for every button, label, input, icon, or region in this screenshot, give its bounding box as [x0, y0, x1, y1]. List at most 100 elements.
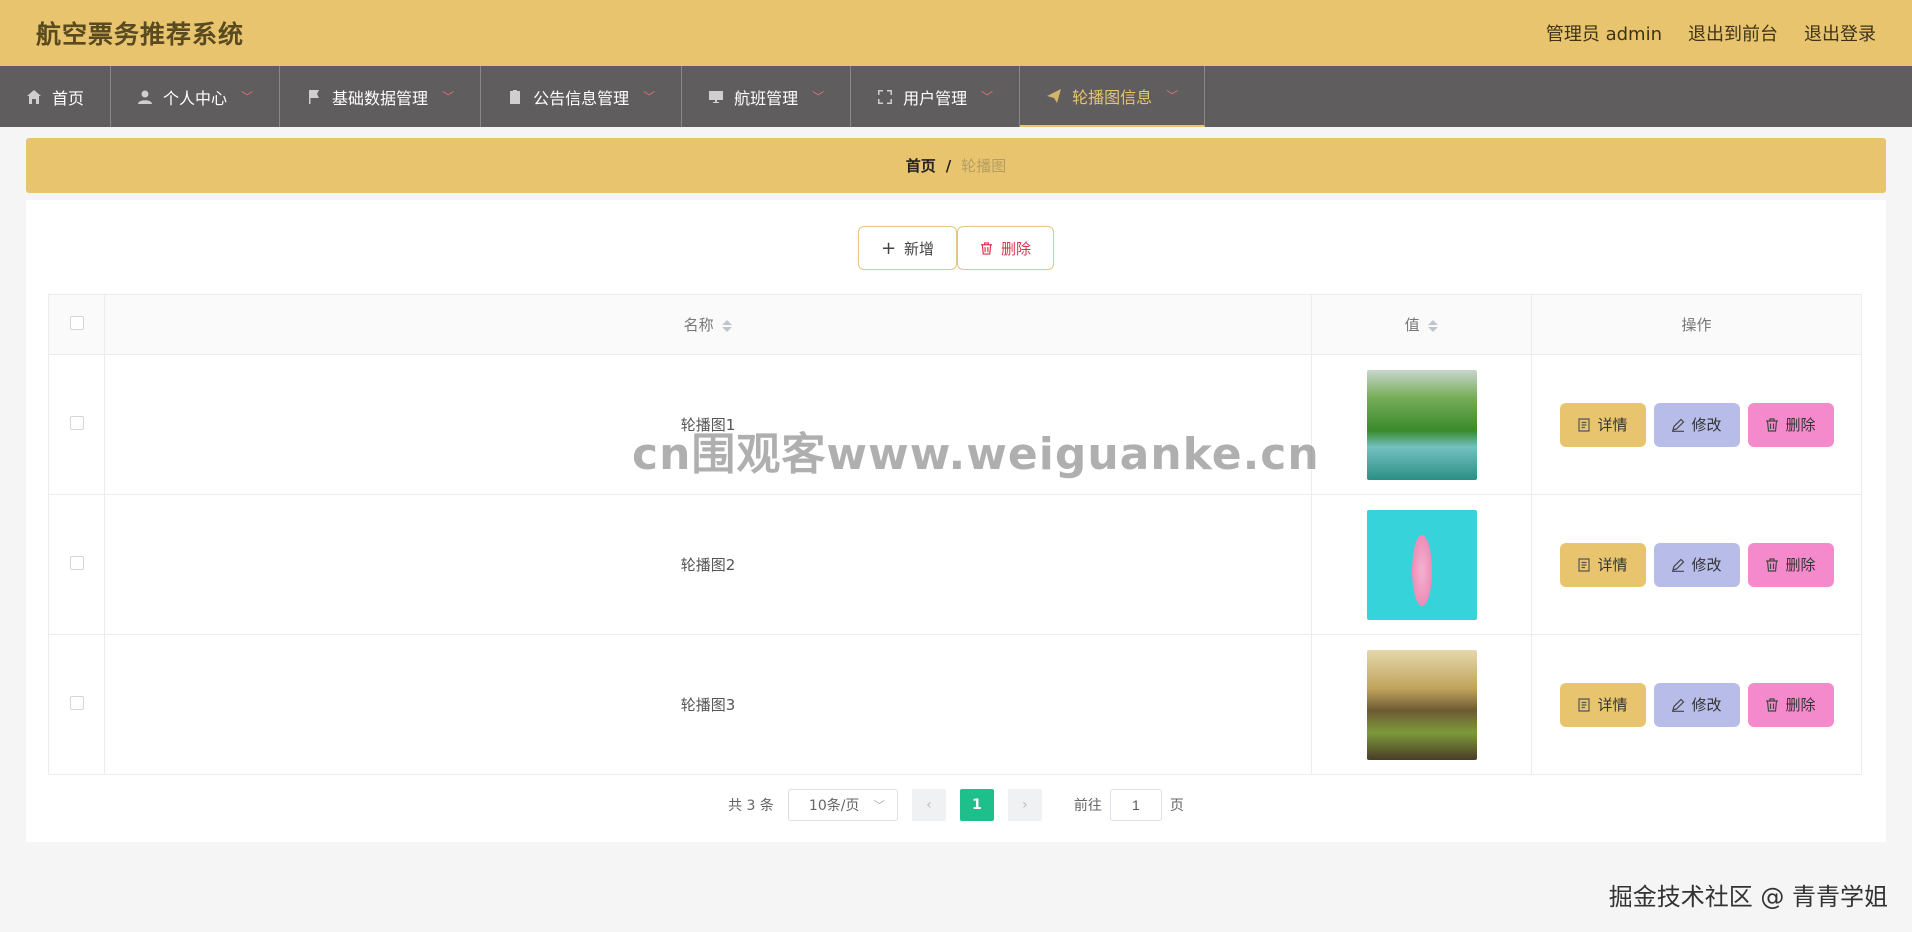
- nav-item-flights[interactable]: 航班管理 ﹀: [682, 66, 852, 127]
- sort-icon[interactable]: [722, 319, 733, 332]
- nav-label: 公告信息管理: [533, 88, 630, 108]
- delete-label: 删除: [1785, 556, 1816, 574]
- trash-icon: [1766, 417, 1779, 432]
- carousel-thumbnail[interactable]: [1366, 369, 1477, 480]
- chevron-down-icon: ﹀: [643, 90, 656, 104]
- actions-column-header: 操作: [1531, 294, 1862, 355]
- carousel-thumbnail[interactable]: [1366, 509, 1477, 620]
- chevron-left-icon: ‹: [926, 797, 932, 813]
- trash-icon: [1766, 697, 1779, 712]
- page-size-select[interactable]: 10条/页 ﹀: [787, 789, 898, 821]
- home-icon: [27, 89, 41, 104]
- goto-label: 前往: [1073, 798, 1102, 814]
- nav-item-home[interactable]: 首页: [0, 66, 112, 127]
- row-checkbox[interactable]: [69, 695, 84, 710]
- delete-label: 删除: [1785, 696, 1816, 714]
- logout-link[interactable]: 退出登录: [1804, 20, 1876, 46]
- row-name: 轮播图1: [104, 354, 1312, 495]
- content-panel: + 新增 删除 名称 值 操作 轮播图1 详情 修改 删除 轮播图2 详情 修改…: [26, 200, 1886, 842]
- next-page-button[interactable]: ›: [1007, 789, 1042, 821]
- flag-icon: [309, 89, 320, 104]
- row-actions: 详情 修改 删除: [1531, 634, 1862, 775]
- detail-button[interactable]: 详情: [1559, 402, 1646, 447]
- row-select-cell: [48, 354, 105, 495]
- chevron-down-icon: ﹀: [981, 90, 994, 104]
- row-actions: 详情 修改 删除: [1531, 354, 1862, 495]
- page-number-current[interactable]: 1: [959, 789, 994, 821]
- detail-button[interactable]: 详情: [1559, 682, 1646, 727]
- document-icon: [1578, 557, 1591, 572]
- nav-item-personal-center[interactable]: 个人中心 ﹀: [111, 66, 281, 127]
- nav-label: 用户管理: [903, 88, 968, 108]
- main-nav: 首页 个人中心 ﹀ 基础数据管理 ﹀ 公告信息管理 ﹀ 航班管理 ﹀ 用户管理 …: [0, 66, 1912, 127]
- clipboard-icon: [510, 89, 521, 104]
- row-checkbox[interactable]: [69, 555, 84, 570]
- name-header-label: 名称: [683, 316, 714, 334]
- delete-button[interactable]: 删除: [1747, 682, 1834, 727]
- table-row: 轮播图1 详情 修改 删除: [48, 354, 1862, 495]
- trash-icon: [1766, 557, 1779, 572]
- sort-icon[interactable]: [1428, 319, 1439, 332]
- breadcrumb: 首页 / 轮播图: [26, 138, 1886, 193]
- delete-label: 删除: [1001, 239, 1032, 258]
- nav-label: 轮播图信息: [1072, 87, 1153, 107]
- add-button[interactable]: + 新增: [857, 226, 958, 270]
- monitor-icon: [709, 90, 724, 103]
- edit-label: 修改: [1691, 556, 1722, 574]
- edit-label: 修改: [1691, 696, 1722, 714]
- chevron-down-icon: ﹀: [812, 90, 825, 104]
- table-row: 轮播图3 详情 修改 删除: [48, 634, 1862, 775]
- nav-item-carousel[interactable]: 轮播图信息 ﹀: [1020, 66, 1206, 127]
- delete-button[interactable]: 删除: [1747, 542, 1834, 587]
- pagination: 共 3 条 10条/页 ﹀ ‹ 1 › 前往 页: [26, 789, 1886, 821]
- edit-button[interactable]: 修改: [1653, 682, 1740, 727]
- front-page-link[interactable]: 退出到前台: [1688, 20, 1778, 46]
- row-image-cell: [1311, 494, 1532, 635]
- chevron-down-icon: ﹀: [241, 90, 254, 104]
- row-checkbox[interactable]: [69, 415, 84, 430]
- nav-label: 首页: [52, 88, 85, 108]
- nav-item-announcements[interactable]: 公告信息管理 ﹀: [481, 66, 683, 127]
- nav-item-users[interactable]: 用户管理 ﹀: [851, 66, 1021, 127]
- header-links: 管理员 admin 退出到前台 退出登录: [1546, 20, 1876, 46]
- detail-button[interactable]: 详情: [1559, 542, 1646, 587]
- breadcrumb-home[interactable]: 首页: [906, 155, 936, 176]
- chevron-down-icon: ﹀: [873, 799, 885, 812]
- page-suffix: 页: [1169, 798, 1184, 814]
- detail-label: 详情: [1597, 696, 1628, 714]
- chevron-down-icon: ﹀: [1166, 89, 1179, 103]
- bulk-delete-button[interactable]: 删除: [957, 226, 1055, 270]
- prev-page-button[interactable]: ‹: [911, 789, 946, 821]
- pencil-icon: [1672, 418, 1685, 432]
- credit-text: 掘金技术社区 @ 青青学姐: [1608, 883, 1888, 911]
- row-select-cell: [48, 634, 105, 775]
- goto-page-input[interactable]: [1109, 789, 1162, 821]
- value-column-header[interactable]: 值: [1311, 294, 1532, 355]
- row-name: 轮播图2: [104, 494, 1312, 635]
- trash-icon: [980, 241, 993, 255]
- app-title: 航空票务推荐系统: [36, 20, 245, 49]
- document-icon: [1578, 697, 1591, 712]
- delete-button[interactable]: 删除: [1747, 402, 1834, 447]
- actions-header-label: 操作: [1681, 316, 1712, 334]
- detail-label: 详情: [1597, 416, 1628, 434]
- carousel-thumbnail[interactable]: [1366, 649, 1477, 760]
- select-all-cell: [48, 294, 105, 355]
- nav-item-basic-data[interactable]: 基础数据管理 ﹀: [280, 66, 482, 127]
- fullscreen-icon: [878, 89, 893, 104]
- edit-button[interactable]: 修改: [1653, 402, 1740, 447]
- user-icon: [138, 90, 153, 104]
- table-row: 轮播图2 详情 修改 删除: [48, 494, 1862, 635]
- page-jump: 前往 页: [1074, 789, 1184, 821]
- nav-label: 基础数据管理: [332, 88, 429, 108]
- table-header-row: 名称 值 操作: [48, 294, 1862, 355]
- top-header: 航空票务推荐系统 管理员 admin 退出到前台 退出登录: [0, 0, 1912, 66]
- edit-button[interactable]: 修改: [1653, 542, 1740, 587]
- name-column-header[interactable]: 名称: [104, 294, 1312, 355]
- total-count: 共 3 条: [728, 798, 774, 814]
- row-actions: 详情 修改 删除: [1531, 494, 1862, 635]
- select-all-checkbox[interactable]: [69, 315, 84, 330]
- breadcrumb-current: 轮播图: [961, 157, 1007, 175]
- row-image-cell: [1311, 354, 1532, 495]
- document-icon: [1578, 417, 1591, 432]
